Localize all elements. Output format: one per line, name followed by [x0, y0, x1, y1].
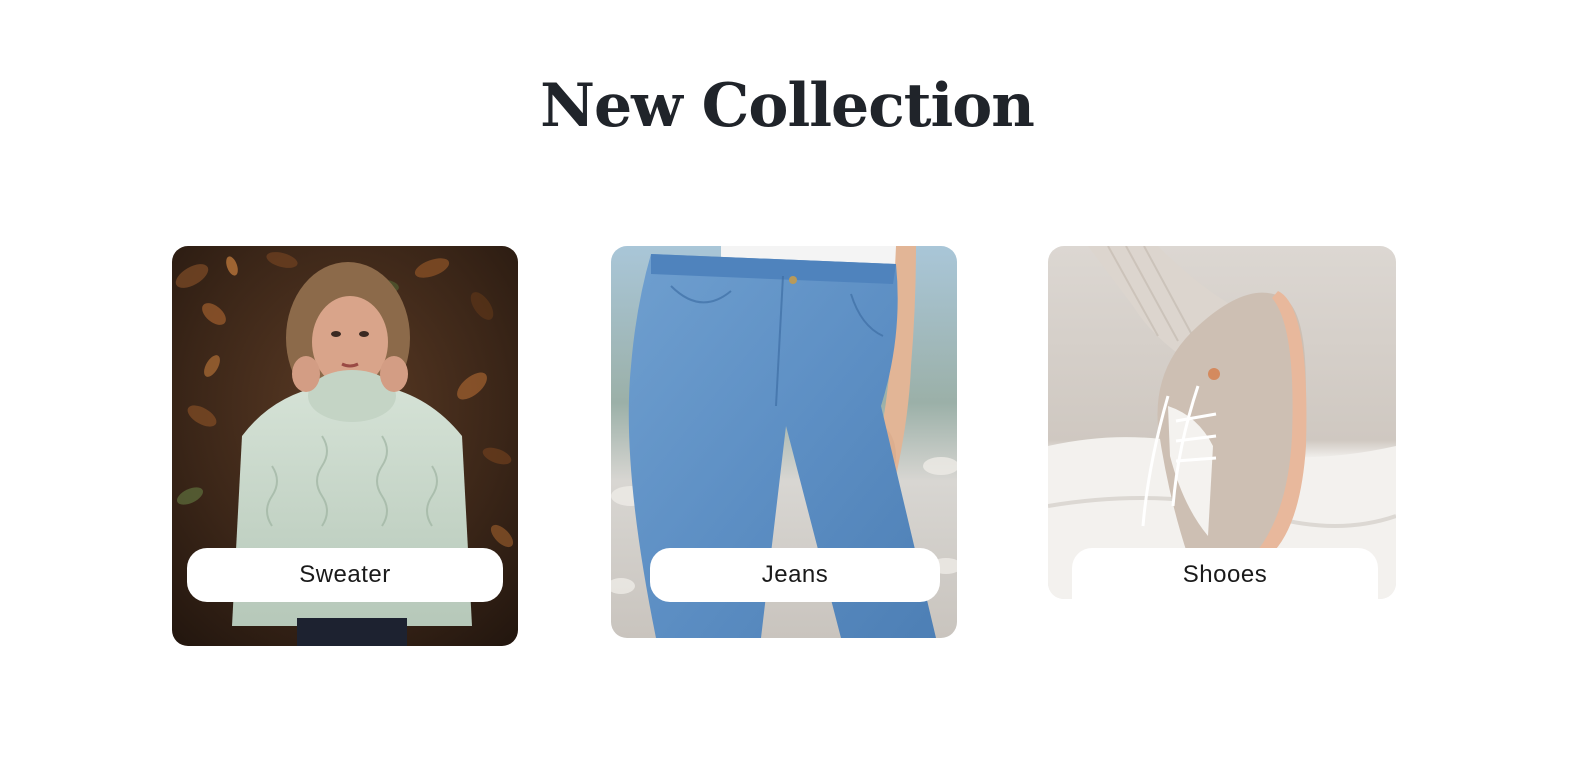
category-label: Sweater — [187, 548, 503, 602]
category-card-shoes[interactable]: Shooes — [1048, 246, 1396, 599]
category-card-sweater[interactable]: Sweater — [172, 246, 518, 646]
category-card-jeans[interactable]: Jeans — [611, 246, 957, 638]
section-title: New Collection — [540, 71, 1035, 141]
category-label: Shooes — [1072, 548, 1378, 599]
category-label: Jeans — [650, 548, 940, 602]
new-collection-section: New Collection Sweater Jeans Shooes — [0, 0, 1574, 780]
sneaker-photo — [1048, 246, 1396, 599]
